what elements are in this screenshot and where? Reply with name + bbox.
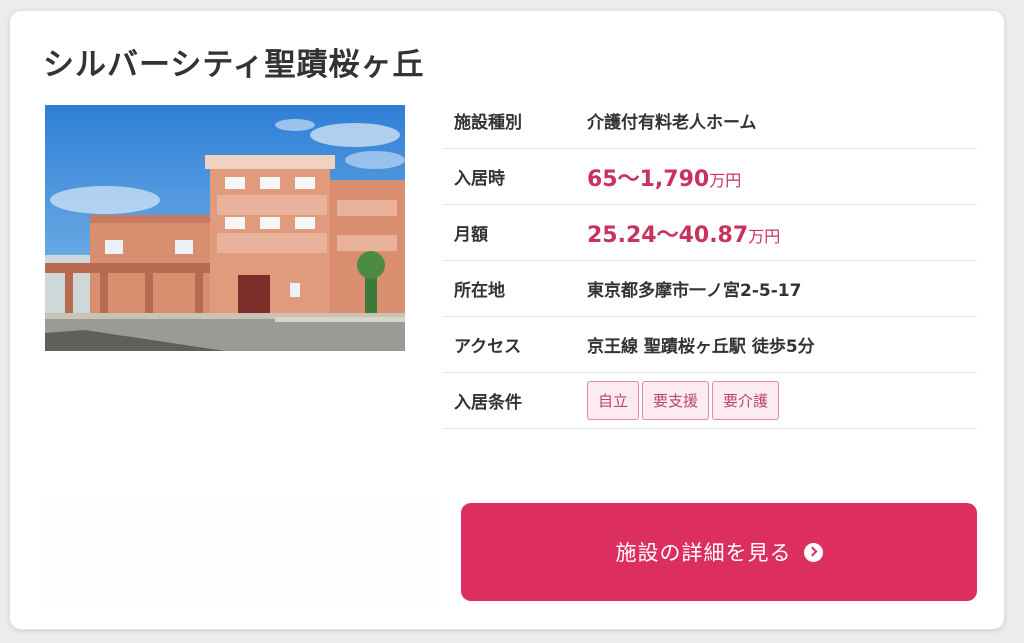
view-details-label: 施設の詳細を見る [615, 541, 792, 565]
info-row-type: 施設種別 介護付有料老人ホーム [442, 93, 977, 149]
info-label-monthly: 月額 [442, 204, 587, 261]
entry-fee-unit: 万円 [709, 170, 742, 190]
facility-photo[interactable] [45, 105, 405, 351]
info-label-conditions: 入居条件 [442, 372, 587, 429]
facility-card: シルバーシティ聖蹟桜ヶ丘 施設種別 介護付有料老人ホーム 入居時 65〜1,79… [9, 10, 1005, 630]
condition-tag-independent: 自立 [587, 381, 640, 420]
monthly-unit: 万円 [748, 226, 781, 246]
info-row-conditions: 入居条件 自立 要支援 要介護 [442, 372, 977, 429]
view-details-button[interactable]: 施設の詳細を見る [461, 503, 977, 601]
condition-tag-support: 要支援 [642, 381, 710, 420]
info-label-access: アクセス [442, 316, 587, 373]
info-row-access: アクセス 京王線 聖蹟桜ヶ丘駅 徒歩5分 [442, 316, 977, 373]
monthly-price: 25.24〜40.87 [587, 222, 749, 248]
info-label-address: 所在地 [442, 260, 587, 317]
facility-info-table: 施設種別 介護付有料老人ホーム 入居時 65〜1,790万円 月額 25.24〜… [442, 93, 977, 429]
info-value-address: 東京都多摩市一ノ宮2-5-17 [587, 260, 977, 317]
entry-fee-price: 65〜1,790 [587, 166, 710, 192]
info-value-entry-fee: 65〜1,790万円 [587, 148, 977, 205]
facility-name: シルバーシティ聖蹟桜ヶ丘 [43, 47, 425, 83]
condition-tag-care: 要介護 [712, 381, 780, 420]
info-label-entry-fee: 入居時 [442, 148, 587, 205]
photo-placeholder [40, 501, 440, 601]
info-value-access: 京王線 聖蹟桜ヶ丘駅 徒歩5分 [587, 316, 977, 373]
info-row-address: 所在地 東京都多摩市一ノ宮2-5-17 [442, 260, 977, 317]
info-row-entry-fee: 入居時 65〜1,790万円 [442, 148, 977, 205]
info-label-type: 施設種別 [442, 93, 587, 149]
info-value-conditions: 自立 要支援 要介護 [587, 372, 977, 429]
info-row-monthly: 月額 25.24〜40.87万円 [442, 204, 977, 261]
circle-chevron-right-icon [803, 542, 823, 562]
info-value-type: 介護付有料老人ホーム [587, 93, 977, 149]
facility-building-image [45, 105, 405, 351]
info-value-monthly: 25.24〜40.87万円 [587, 204, 977, 261]
